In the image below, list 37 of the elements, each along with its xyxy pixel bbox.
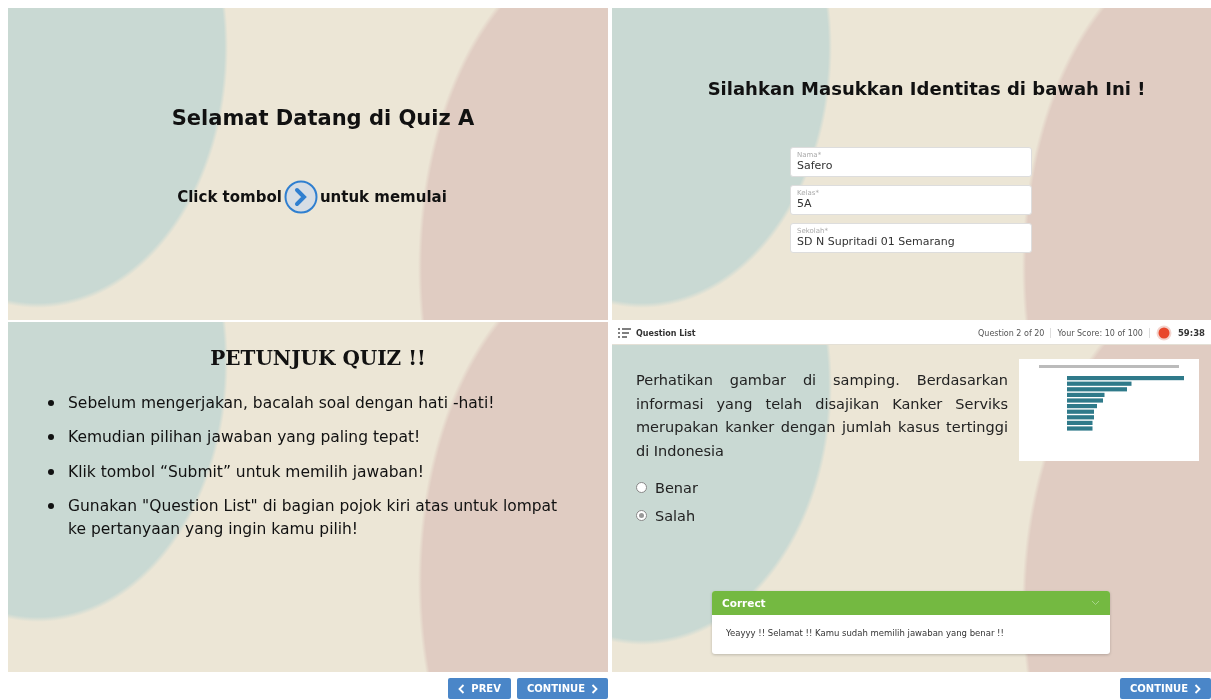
question-text: Perhatikan gambar di samping. Berdasarkan informasi yang telah disajikan Kanker Serviks merupakan kanker dengan jumlah kasus tertinggi di Indonesia <box>636 371 1008 461</box>
question-counter: Question 2 of 20 <box>978 328 1045 338</box>
answer-option[interactable]: Salah <box>636 507 696 524</box>
field-value: Safero <box>797 159 834 172</box>
chevron-left-icon <box>458 683 466 694</box>
prev-button[interactable]: PREV <box>448 678 511 699</box>
feedback-title: Correct <box>722 597 766 609</box>
timer-text: 59:38 <box>1177 328 1205 338</box>
field-value: SD N Supritadi 01 Semarang <box>797 235 956 248</box>
question-list-button[interactable]: Question List <box>618 328 696 338</box>
answer-option[interactable]: Benar <box>636 479 698 496</box>
welcome-title: Selamat Datang di Quiz A <box>170 105 476 130</box>
start-button[interactable] <box>283 180 318 214</box>
bullet-icon <box>48 434 54 441</box>
radio-button[interactable] <box>636 510 647 521</box>
continue-button[interactable]: CONTINUE <box>516 678 608 699</box>
chevron-right-icon <box>283 180 318 214</box>
score-text: Your Score: 10 of 100 <box>1057 328 1143 338</box>
feedback-message: Yeayyy !! Selamat !! Kamu sudah memilih jawaban yang benar !! <box>725 627 1005 640</box>
field-value: 5A <box>797 197 813 210</box>
menu-icon <box>618 328 631 338</box>
instruction-item: Klik tombol “Submit” untuk memilih jawaban! <box>68 461 425 483</box>
bullet-icon <box>48 468 54 475</box>
chevron-right-icon <box>1194 683 1201 694</box>
timer-icon <box>1155 325 1172 341</box>
bullet-icon <box>48 503 54 510</box>
instruction-item: Gunakan "Question List" di bagian pojok kiri atas untuk lompat ke pertanyaan yang ingin kamu pilih! <box>68 496 559 540</box>
form-title: Silahkan Masukkan Identitas di bawah Ini ! <box>706 77 1147 99</box>
instruction-item: Kemudian pilihan jawaban yang paling tepat! <box>68 427 421 449</box>
bullet-icon <box>48 400 54 406</box>
instructions-title: PETUNJUK QUIZ !! <box>209 345 427 370</box>
radio-button[interactable] <box>636 482 647 493</box>
instruction-text: Click tombol <box>177 188 282 206</box>
chevron-right-icon <box>591 683 598 694</box>
instruction-text: untuk memulai <box>319 188 447 206</box>
instruction-item: Sebelum mengerjakan, bacalah soal dengan hati -hati! <box>68 393 495 414</box>
continue-button[interactable]: CONTINUE <box>1119 678 1211 699</box>
